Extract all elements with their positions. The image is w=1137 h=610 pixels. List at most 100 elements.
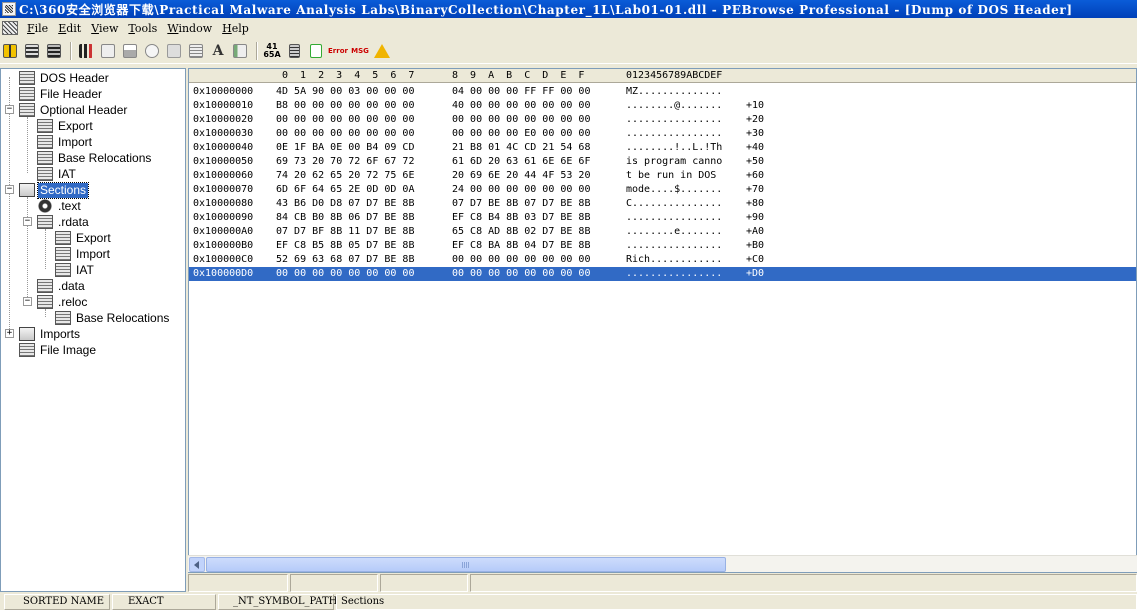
error-button[interactable]: Error [328, 41, 348, 61]
title-bar: C:\360安全浏览器下载\Practical Malware Analysis… [0, 0, 1137, 18]
status-sorted-name[interactable]: SORTED NAME [4, 594, 110, 610]
hex-bytes-low: 07 D7 BF 8B 11 D7 BE 8B [276, 226, 415, 237]
bar-chart-icon [79, 43, 93, 58]
document-icon[interactable] [2, 21, 18, 35]
error-icon: Error [328, 46, 348, 55]
tools-button[interactable] [164, 41, 184, 61]
expand-toggle-imports[interactable]: + [5, 329, 14, 338]
app-icon[interactable] [2, 2, 16, 16]
window-title: C:\360安全浏览器下载\Practical Malware Analysis… [19, 2, 1073, 17]
hex-address: 0x10000040 [193, 142, 254, 153]
tree-item-rdata-iat[interactable]: IAT [55, 262, 96, 278]
horizontal-scrollbar[interactable] [188, 555, 1137, 572]
tree-item-dos-header[interactable]: DOS Header [19, 70, 111, 86]
tree-item-optional-export[interactable]: Export [37, 118, 95, 134]
calculator-button[interactable] [284, 41, 304, 61]
document-icon [37, 295, 53, 309]
tree-line [9, 77, 10, 333]
chart-button[interactable] [76, 41, 96, 61]
document-icon [19, 343, 35, 357]
document-icon [19, 87, 35, 101]
hex-offset: +10 [746, 100, 765, 111]
menu-help[interactable]: Help [217, 22, 254, 35]
scrollbar-thumb[interactable] [206, 557, 726, 572]
hex-offset: +C0 [746, 254, 765, 265]
menu-edit[interactable]: Edit [53, 22, 86, 35]
hex-bytes-high: 61 6D 20 63 61 6E 6E 6F [452, 156, 591, 167]
hex-address: 0x10000080 [193, 198, 254, 209]
hex-row[interactable]: 0x100000A0 07 D7 BF 8B 11 D7 BE 8B 65 C8 A… [189, 225, 1136, 239]
hex-row[interactable]: 0x10000040 0E 1F BA 0E 00 B4 09 CD 21 B8 0… [189, 141, 1136, 155]
search-button[interactable] [142, 41, 162, 61]
stack-icon [25, 43, 39, 58]
hex-ascii: is program canno [626, 156, 723, 167]
hex-row[interactable]: 0x100000D0 00 00 00 00 00 00 00 00 00 00 0… [189, 267, 1136, 281]
tree-item-sections[interactable]: Sections [19, 181, 90, 199]
hex-row[interactable]: 0x10000030 00 00 00 00 00 00 00 00 00 00 0… [189, 127, 1136, 141]
tree-item-optional-header[interactable]: Optional Header [19, 102, 129, 118]
status-exact-symbols[interactable]: EXACT SYMBOLS [112, 594, 216, 610]
message-button[interactable]: MSG [350, 41, 370, 61]
hex-offset: +30 [746, 128, 765, 139]
hex-bytes-high: 00 00 00 00 00 00 00 00 [452, 114, 591, 125]
hex-row[interactable]: 0x10000090 84 CB B0 8B 06 D7 BE 8B EF C8 B… [189, 211, 1136, 225]
hex-dump-view[interactable]: 0 1 2 3 4 5 6 7 8 9 A B C D E F 01234567… [188, 68, 1137, 573]
tree-item-rdata-import[interactable]: Import [55, 246, 112, 262]
hex-bytes-low: 00 00 00 00 00 00 00 00 [276, 128, 415, 139]
status-nt-symbol-path[interactable]: _NT_SYMBOL_PATH [218, 594, 337, 610]
help-button[interactable] [372, 41, 392, 61]
tree-item-optional-import[interactable]: Import [37, 134, 94, 150]
menu-file[interactable]: File [22, 22, 53, 35]
clipboard-button[interactable] [306, 41, 326, 61]
tree-item-text-section[interactable]: .text [37, 198, 83, 214]
tree-item-rdata-export[interactable]: Export [55, 230, 113, 246]
hex-bytes-high: 07 D7 BE 8B 07 D7 BE 8B [452, 198, 591, 209]
scroll-left-button[interactable] [189, 557, 205, 572]
document-icon [37, 135, 53, 149]
tree-item-rdata-section[interactable]: .rdata [37, 214, 91, 230]
collapse-toggle-rdata[interactable]: − [23, 217, 32, 226]
tree-item-optional-iat[interactable]: IAT [37, 166, 78, 182]
hex-row[interactable]: 0x100000B0 EF C8 B5 8B 05 D7 BE 8B EF C8 B… [189, 239, 1136, 253]
hex-bytes-low: 69 73 20 70 72 6F 67 72 [276, 156, 415, 167]
font-button[interactable]: A [208, 41, 228, 61]
tree-item-reloc-base-relocations[interactable]: Base Relocations [55, 310, 171, 326]
menu-tools[interactable]: Tools [123, 22, 162, 35]
tree-line [45, 309, 46, 317]
hex-row[interactable]: 0x10000000 4D 5A 90 00 03 00 00 00 04 00 0… [189, 85, 1136, 99]
hex-row[interactable]: 0x10000020 00 00 00 00 00 00 00 00 00 00 0… [189, 113, 1136, 127]
hex-button[interactable]: 41 65A [262, 41, 282, 61]
structure-button[interactable] [230, 41, 250, 61]
collapse-toggle-reloc[interactable]: − [23, 297, 32, 306]
tree-item-reloc-section[interactable]: .reloc [37, 294, 89, 310]
tree-item-file-image[interactable]: File Image [19, 342, 98, 358]
pe-structure-tree[interactable]: DOS Header File Header − Optional Header… [0, 68, 186, 592]
tree-item-data-section[interactable]: .data [37, 278, 87, 294]
print-button[interactable] [120, 41, 140, 61]
calculator-icon [288, 43, 300, 58]
properties-button[interactable] [98, 41, 118, 61]
hex-row[interactable]: 0x10000010 B8 00 00 00 00 00 00 00 40 00 0… [189, 99, 1136, 113]
hex-address: 0x10000020 [193, 114, 254, 125]
tree-item-optional-base-relocations[interactable]: Base Relocations [37, 150, 153, 166]
hex-row[interactable]: 0x10000070 6D 6F 64 65 2E 0D 0D 0A 24 00 0… [189, 183, 1136, 197]
tree-item-imports[interactable]: Imports [19, 326, 82, 342]
hex-row[interactable]: 0x10000060 74 20 62 65 20 72 75 6E 20 69 6… [189, 169, 1136, 183]
hex-row[interactable]: 0x10000050 69 73 20 70 72 6F 67 72 61 6D 2… [189, 155, 1136, 169]
collapse-toggle-optional-header[interactable]: − [5, 105, 14, 114]
document-icon [55, 247, 71, 261]
view-button[interactable] [186, 41, 206, 61]
load-button[interactable] [22, 41, 42, 61]
menu-bar: File Edit View Tools Window Help [0, 18, 1137, 38]
open-button[interactable] [0, 41, 20, 61]
hex-row[interactable]: 0x100000C0 52 69 63 68 07 D7 BE 8B 00 00 0… [189, 253, 1136, 267]
reload-button[interactable] [44, 41, 64, 61]
menu-window[interactable]: Window [162, 22, 217, 35]
tree-item-file-header[interactable]: File Header [19, 86, 104, 102]
menu-view[interactable]: View [86, 22, 123, 35]
hex-bytes-low: 52 69 63 68 07 D7 BE 8B [276, 254, 415, 265]
collapse-toggle-sections[interactable]: − [5, 185, 14, 194]
hex-row[interactable]: 0x10000080 43 B6 D0 D8 07 D7 BE 8B 07 D7 B… [189, 197, 1136, 211]
font-icon: A [212, 42, 224, 59]
hex-ascii: ................ [626, 212, 723, 223]
